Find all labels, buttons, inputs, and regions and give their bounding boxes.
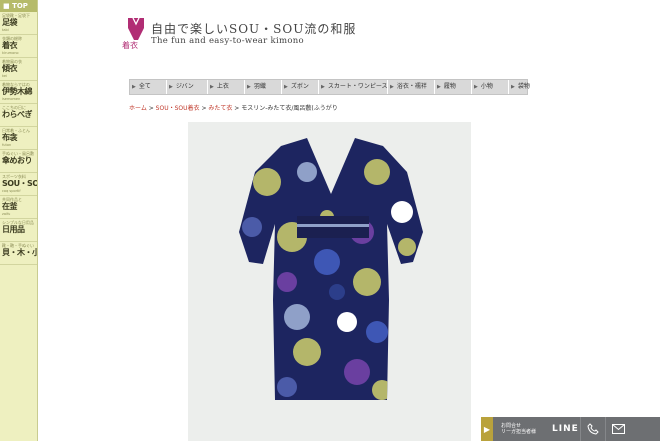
arrow-right-icon: ▶ [284,84,288,90]
contact-link[interactable]: お問合せ リーガ担当者様 [493,423,546,435]
arrow-right-icon: ▶ [511,84,515,90]
breadcrumb-level1[interactable]: SOU・SOU着衣 [156,105,200,112]
arrow-right-icon: ▶ [210,84,214,90]
sidebar-item-label: 伊勢木綿 [2,87,33,96]
nav-item-zubon[interactable]: ▶ ズボン [282,80,319,94]
breadcrumb-level2[interactable]: みたて衣 [208,105,232,112]
collapse-arrow-icon[interactable]: ▶ [481,417,493,441]
nav-item-jiban[interactable]: ▶ ジバン [167,80,208,94]
nav-item-label: 上衣 [216,83,229,90]
nav-item-label: ズボン [290,83,309,90]
nav-item-yukata[interactable]: ▶ 浴衣・襦袢 [388,80,435,94]
sidebar-item-roman: zaifu [2,212,11,216]
nav-item-label: 羽織 [253,83,266,90]
sidebar-item-futon[interactable]: 日常着・ふとん 布衾 futon [0,127,37,150]
sidebar-item-zaifu[interactable]: 共同作品と 在釜 zaifu [0,196,37,219]
nav-item-label: ジバン [175,83,194,90]
sidebar-item-nichiyouhin[interactable]: シンプルな日用品 日用品 [0,219,37,242]
sidebar-item-sousou-sports[interactable]: スポーツ衣料 SOU・SOU coq sportif [0,173,37,196]
sidebar-item-label: 日用品 [2,225,25,234]
nav-item-label: 小物 [480,83,493,90]
arrow-right-icon: ▶ [437,84,441,90]
kimono-logo-icon[interactable] [124,14,148,60]
sidebar-item-label: 傘めおり [2,156,33,165]
breadcrumb-home[interactable]: ホーム [129,105,147,112]
sidebar-item-roman: futon [2,143,12,147]
sidebar-item-roman: kirumono [2,51,19,55]
floating-contact-bar: ▶ お問合せ リーガ担当者様 LINE [481,417,660,441]
nav-item-joui[interactable]: ▶ 上衣 [208,80,245,94]
sidebar-item-kirumono[interactable]: 衣類の総称 着衣 kirumono [0,35,37,58]
arrow-right-icon: ▶ [132,84,136,90]
arrow-right-icon: ▶ [321,84,325,90]
sidebar-item-label: 傾衣 [2,64,18,73]
sidebar-top-link[interactable]: ■ TOP [0,0,37,12]
nav-item-skirt[interactable]: ▶ スカート・ワンピース [319,80,388,94]
nav-item-label: 浴衣・襦袢 [396,83,427,90]
breadcrumb-current: モスリン-みたて衣/風呂敷(ふうがり [241,105,338,112]
sidebar-item-label: SOU・SOU [2,179,37,188]
sidebar-item-label: 着衣 [2,41,18,50]
nav-item-fukuromono[interactable]: ▶ 袋物 [509,80,545,94]
sidebar-item-roman: tabi [2,28,9,32]
sidebar-item-roman: kei [2,74,8,78]
nav-item-label: 全て [138,83,151,90]
arrow-right-icon: ▶ [390,84,394,90]
nav-item-hakimono[interactable]: ▶ 履物 [435,80,472,94]
phone-icon[interactable] [580,417,605,441]
breadcrumb-separator: > [146,105,156,112]
arrow-right-icon: ▶ [474,84,478,90]
sidebar-item-warabegi[interactable]: ここちの日に わらべぎ [0,104,37,127]
sidebar-item-isemomen[interactable]: 着物ならではの 伊勢木綿 isemomen [0,81,37,104]
sidebar-item-label: 在釜 [2,202,18,211]
nav-item-label: スカート・ワンピース [327,83,388,90]
sidebar-item-label: 貝・木・小物 [2,248,37,257]
mail-icon[interactable] [605,417,630,441]
logo-label: 着衣 [122,41,138,50]
sidebar-item-tabi[interactable]: 足袋靴・足袋下 足袋 tabi [0,12,37,35]
breadcrumb: ホーム > SOU・SOU着衣 > みたて衣 > モスリン-みたて衣/風呂敷(ふ… [129,103,338,112]
sidebar-item-furoshiki[interactable]: 手ぬぐい・風呂敷 傘めおり [0,150,37,173]
kimono-product-picture [239,138,423,400]
line-link[interactable]: LINE [546,424,580,434]
nav-item-komono[interactable]: ▶ 小物 [472,80,509,94]
category-nav: ▶ 全て ▶ ジバン ▶ 上衣 ▶ 羽織 ▶ ズボン ▶ スカート・ワンピース ▶ 浴衣・襦袢… [129,79,530,95]
sidebar-item-kei[interactable]: 着物風の衣 傾衣 kei [0,58,37,81]
sidebar-item-label: 足袋 [2,18,18,27]
nav-item-label: 履物 [443,83,456,90]
site-title: 自由で楽しいSOU・SOU流の和服 [151,22,357,36]
site-subtitle: The fun and easy-to-wear kimono [151,36,304,46]
sidebar-item-roman: isemomen [2,97,21,101]
arrow-right-icon: ▶ [169,84,173,90]
sidebar-item-roman: coq sportif [2,189,21,193]
sidebar-item-label: わらべぎ [2,110,33,119]
sidebar-item-label: 布衾 [2,133,18,142]
breadcrumb-separator: > [232,105,242,112]
left-sidebar: ■ TOP 足袋靴・足袋下 足袋 tabi 衣類の総称 着衣 kirumono … [0,0,38,441]
sidebar-top-label: TOP [12,2,28,10]
contact-label-line2: リーガ担当者様 [501,429,537,435]
nav-item-label: 袋物 [517,83,530,90]
arrow-right-icon: ▶ [247,84,251,90]
product-image[interactable] [188,122,471,441]
sidebar-item-komono[interactable]: 靴・鞄・手ぬぐい 貝・木・小物 [0,242,37,265]
nav-item-all[interactable]: ▶ 全て [130,80,167,94]
nav-item-haori[interactable]: ▶ 羽織 [245,80,282,94]
